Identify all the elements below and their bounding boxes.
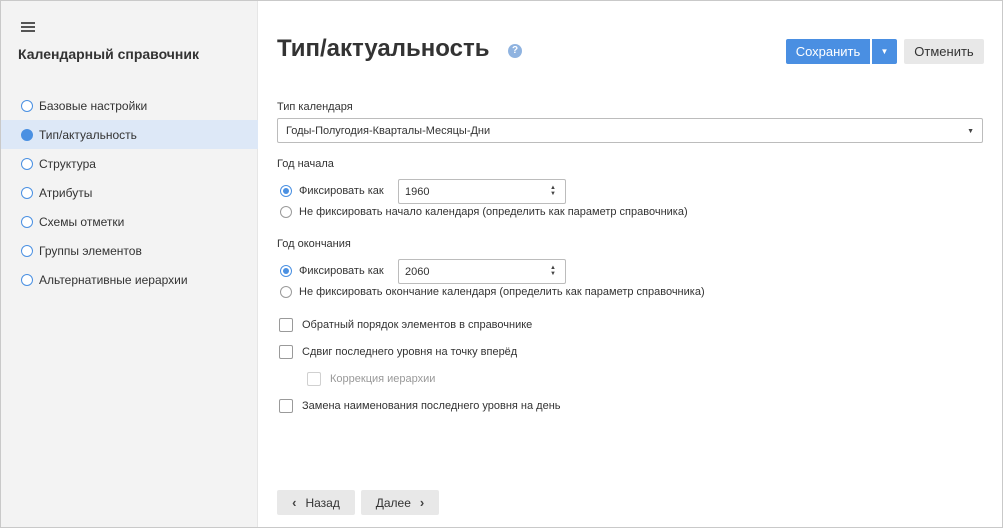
start-year-fix-option[interactable]: Фиксировать как — [280, 185, 384, 197]
sidebar-title: Календарный справочник — [18, 46, 199, 62]
sidebar-item-alt-hierarchies[interactable]: Альтернативные иерархии — [1, 265, 258, 294]
reverse-order-option[interactable]: Обратный порядок элементов в справочнике — [279, 318, 532, 332]
reverse-order-checkbox[interactable] — [279, 318, 293, 332]
sidebar-item-element-groups[interactable]: Группы элементов — [1, 236, 258, 265]
shift-last-level-option[interactable]: Сдвиг последнего уровня на точку вперёд — [279, 345, 517, 359]
step-circle-icon — [21, 99, 33, 112]
caret-down-icon: ▼ — [967, 128, 974, 135]
next-button[interactable]: Далее › — [361, 490, 439, 515]
start-year-value: 1960 — [405, 185, 430, 198]
start-year-stepper[interactable]: 1960 ▲ ▼ — [398, 179, 566, 204]
end-year-value: 2060 — [405, 265, 430, 278]
sidebar-item-marking-schemes[interactable]: Схемы отметки — [1, 207, 258, 236]
radio-label: Не фиксировать начало календаря (определ… — [299, 206, 688, 218]
sidebar-item-attributes[interactable]: Атрибуты — [1, 178, 258, 207]
start-year-label: Год начала — [277, 158, 334, 170]
end-year-nofix-radio[interactable] — [280, 286, 292, 298]
checkbox-label: Обратный порядок элементов в справочнике — [302, 319, 533, 331]
end-year-fix-radio[interactable] — [280, 265, 292, 277]
save-options-button[interactable]: ▼ — [872, 39, 897, 64]
spinner-arrows-icon[interactable]: ▲ ▼ — [549, 185, 557, 199]
sidebar-item-label: Тип/актуальность — [39, 127, 137, 142]
calendar-type-label: Тип календаря — [277, 101, 353, 113]
back-button-label: Назад — [305, 495, 340, 510]
step-circle-icon — [21, 157, 33, 170]
step-circle-icon — [21, 186, 33, 199]
hierarchy-correction-option: Коррекция иерархии — [307, 372, 435, 386]
page-title: Тип/актуальность — [277, 35, 490, 62]
caret-down-icon: ▼ — [880, 47, 889, 56]
checkbox-label: Замена наименования последнего уровня на… — [302, 400, 561, 412]
shift-last-level-checkbox[interactable] — [279, 345, 293, 359]
help-icon[interactable]: ? — [508, 44, 522, 58]
chevron-left-icon: ‹ — [292, 495, 297, 510]
sidebar-item-label: Базовые настройки — [39, 98, 148, 113]
radio-label: Фиксировать как — [299, 185, 384, 197]
sidebar-item-label: Атрибуты — [39, 185, 93, 200]
radio-label: Не фиксировать окончание календаря (опре… — [299, 286, 705, 298]
radio-label: Фиксировать как — [299, 265, 384, 277]
spinner-arrows-icon[interactable]: ▲ ▼ — [549, 265, 557, 279]
end-year-stepper[interactable]: 2060 ▲ ▼ — [398, 259, 566, 284]
step-circle-icon — [21, 273, 33, 286]
start-year-nofix-option[interactable]: Не фиксировать начало календаря (определ… — [280, 206, 688, 218]
back-button[interactable]: ‹ Назад — [277, 490, 355, 515]
save-button[interactable]: Сохранить — [786, 39, 870, 64]
step-circle-icon — [21, 244, 33, 257]
start-year-fix-radio[interactable] — [280, 185, 292, 197]
sidebar: Календарный справочник Базовые настройки… — [1, 1, 258, 527]
sidebar-nav: Базовые настройки Тип/актуальность Струк… — [1, 91, 258, 294]
sidebar-item-label: Альтернативные иерархии — [39, 272, 188, 287]
sidebar-item-label: Группы элементов — [39, 243, 142, 258]
checkbox-label: Коррекция иерархии — [330, 373, 436, 385]
sidebar-item-label: Структура — [39, 156, 96, 171]
main-panel: Тип/актуальность ? Сохранить ▼ Отменить … — [258, 1, 1002, 527]
sidebar-item-basic-settings[interactable]: Базовые настройки — [1, 91, 258, 120]
end-year-label: Год окончания — [277, 238, 351, 250]
sidebar-item-structure[interactable]: Структура — [1, 149, 258, 178]
window-frame: Календарный справочник Базовые настройки… — [0, 0, 1003, 528]
next-button-label: Далее — [375, 495, 411, 510]
hierarchy-correction-checkbox — [307, 372, 321, 386]
end-year-fix-option[interactable]: Фиксировать как — [280, 265, 384, 277]
cancel-button[interactable]: Отменить — [904, 39, 984, 64]
rename-last-level-option[interactable]: Замена наименования последнего уровня на… — [279, 399, 561, 413]
checkbox-label: Сдвиг последнего уровня на точку вперёд — [302, 346, 518, 358]
hamburger-menu-icon[interactable] — [21, 21, 35, 33]
step-circle-icon — [21, 215, 33, 228]
start-year-nofix-radio[interactable] — [280, 206, 292, 218]
calendar-type-value: Годы-Полугодия-Кварталы-Месяцы-Дни — [286, 124, 491, 137]
rename-last-level-checkbox[interactable] — [279, 399, 293, 413]
chevron-right-icon: › — [419, 495, 425, 510]
end-year-nofix-option[interactable]: Не фиксировать окончание календаря (опре… — [280, 286, 705, 298]
step-circle-filled-icon — [21, 128, 33, 141]
sidebar-item-type-relevance[interactable]: Тип/актуальность — [1, 120, 258, 149]
sidebar-item-label: Схемы отметки — [39, 214, 125, 229]
calendar-type-select[interactable]: Годы-Полугодия-Кварталы-Месяцы-Дни ▼ — [277, 118, 983, 143]
